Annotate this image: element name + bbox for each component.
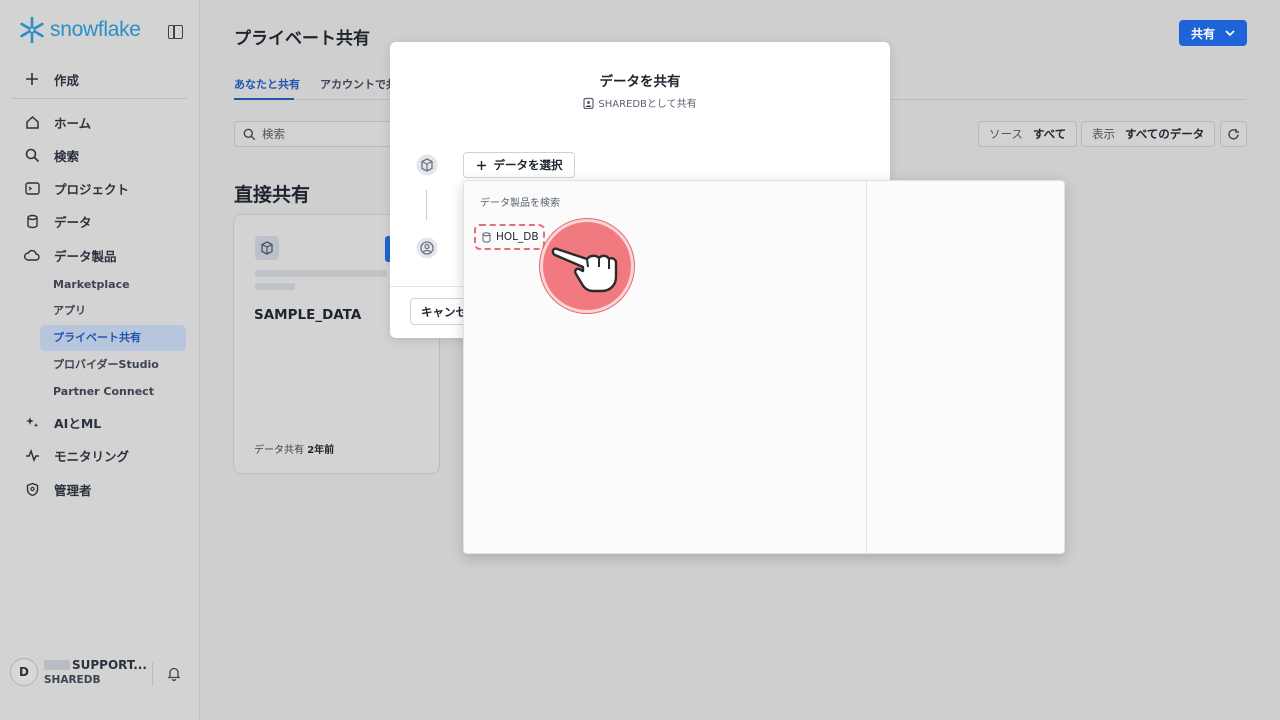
sparkle-icon — [24, 414, 40, 430]
create-label: 作成 — [54, 72, 80, 88]
search-icon — [243, 128, 256, 140]
package-icon — [416, 154, 438, 176]
share-button-label: 共有 — [1190, 26, 1215, 41]
dropdown-search-input[interactable]: データ製品を検索 — [480, 194, 560, 209]
sidebar-item-monitoring[interactable]: モニタリング — [24, 445, 129, 465]
search-input[interactable]: 検索 — [234, 121, 394, 147]
sidebar-item-label: 検索 — [54, 148, 80, 164]
sidebar-item-data[interactable]: データ — [24, 211, 92, 231]
avatar: D — [10, 658, 38, 686]
card-footer-label: データ共有 — [254, 445, 304, 456]
active-tab-indicator — [234, 98, 294, 100]
source-filter[interactable]: ソース すべて — [978, 121, 1078, 147]
card-footer-value: 2年前 — [307, 445, 335, 456]
display-filter[interactable]: 表示 すべてのデータ — [1081, 121, 1216, 147]
card-title: SAMPLE_DATA — [254, 307, 362, 323]
modal-subtitle: SHAREDBとして共有 — [390, 95, 890, 110]
sidebar-item-admin[interactable]: 管理者 — [24, 479, 92, 499]
user-name-row: SUPPORT... — [44, 658, 147, 672]
terminal-icon — [24, 180, 40, 196]
pointing-hand-icon — [540, 219, 634, 313]
chevron-down-icon — [1225, 30, 1235, 37]
modal-subtitle-text: SHAREDBとして共有 — [598, 99, 697, 110]
sidebar-item-home[interactable]: ホーム — [24, 112, 91, 132]
sidebar-item-data-products[interactable]: データ製品 — [24, 245, 117, 265]
user-name: SUPPORT... — [72, 658, 147, 672]
bell-icon[interactable] — [167, 666, 181, 685]
select-data-label: データを選択 — [493, 158, 563, 172]
logo-text: snowflake — [50, 18, 141, 41]
sidebar-divider — [12, 98, 187, 99]
sidebar-item-label: AIとML — [54, 415, 102, 431]
tab-bar: あなたと共有 アカウントで共有 — [234, 76, 408, 92]
sidebar-item-label: 管理者 — [54, 482, 92, 498]
refresh-button[interactable] — [1220, 121, 1247, 147]
tab-shared-with-you[interactable]: あなたと共有 — [234, 76, 300, 92]
home-icon — [24, 114, 40, 130]
sidebar-item-label: ホーム — [54, 115, 92, 131]
source-filter-label: ソース — [989, 127, 1023, 141]
sidebar-item-label: プロジェクト — [54, 181, 130, 197]
database-icon — [482, 231, 491, 243]
search-placeholder: 検索 — [262, 127, 285, 141]
sidebar-subitem-apps[interactable]: アプリ — [53, 303, 86, 319]
sidebar-item-label: データ — [54, 214, 92, 230]
badge-icon — [583, 97, 594, 109]
user-circle-icon — [416, 237, 438, 259]
activity-icon — [24, 447, 40, 463]
database-icon — [24, 213, 40, 229]
sidebar-item-label: モニタリング — [54, 448, 130, 464]
share-button[interactable]: 共有 — [1179, 20, 1247, 46]
sidebar-toggle-icon[interactable] — [168, 25, 183, 39]
plus-icon — [24, 71, 40, 87]
redacted-text — [255, 283, 295, 290]
section-title: 直接共有 — [234, 184, 311, 206]
dropdown-divider — [866, 181, 867, 553]
display-filter-value: すべてのデータ — [1125, 127, 1205, 141]
user-menu[interactable]: D SUPPORT... SHAREDB — [10, 658, 147, 686]
sidebar-item-ai-ml[interactable]: AIとML — [24, 412, 101, 432]
sidebar-subitem-private-sharing[interactable]: プライベート共有 — [53, 330, 141, 346]
snowflake-icon — [20, 16, 44, 44]
cloud-icon — [24, 247, 40, 263]
shield-icon — [24, 481, 40, 497]
dropdown-item-label: HOL_DB — [496, 231, 539, 243]
package-icon — [255, 236, 279, 260]
modal-title: データを共有 — [599, 74, 681, 90]
select-data-button[interactable]: データを選択 — [463, 152, 575, 178]
step-connector — [426, 190, 427, 220]
user-divider — [152, 662, 153, 686]
search-icon — [24, 147, 40, 163]
sidebar-item-projects[interactable]: プロジェクト — [24, 178, 129, 198]
sidebar-subitem-provider-studio[interactable]: プロバイダーStudio — [53, 357, 159, 373]
dropdown-item-hol-db[interactable]: HOL_DB — [474, 224, 545, 250]
snowflake-logo[interactable]: snowflake — [18, 16, 141, 44]
sidebar-subitem-marketplace[interactable]: Marketplace — [53, 277, 130, 293]
redacted-text — [255, 270, 387, 277]
plus-icon — [476, 160, 486, 170]
user-account: SHAREDB — [44, 674, 101, 686]
sidebar: snowflake 作成 ホーム 検索 プロジェクト データ データ製品 Mar… — [0, 0, 200, 720]
page-title: プライベート共有 — [234, 29, 370, 49]
sidebar-item-label: データ製品 — [54, 248, 117, 264]
sidebar-item-search[interactable]: 検索 — [24, 145, 79, 165]
redacted-name — [44, 660, 70, 670]
display-filter-label: 表示 — [1092, 127, 1115, 141]
create-button[interactable]: 作成 — [24, 69, 79, 89]
source-filter-value: すべて — [1032, 127, 1067, 141]
card-footer: データ共有 2年前 — [254, 441, 334, 456]
refresh-icon — [1228, 128, 1239, 140]
sidebar-subitem-partner-connect[interactable]: Partner Connect — [53, 384, 154, 400]
